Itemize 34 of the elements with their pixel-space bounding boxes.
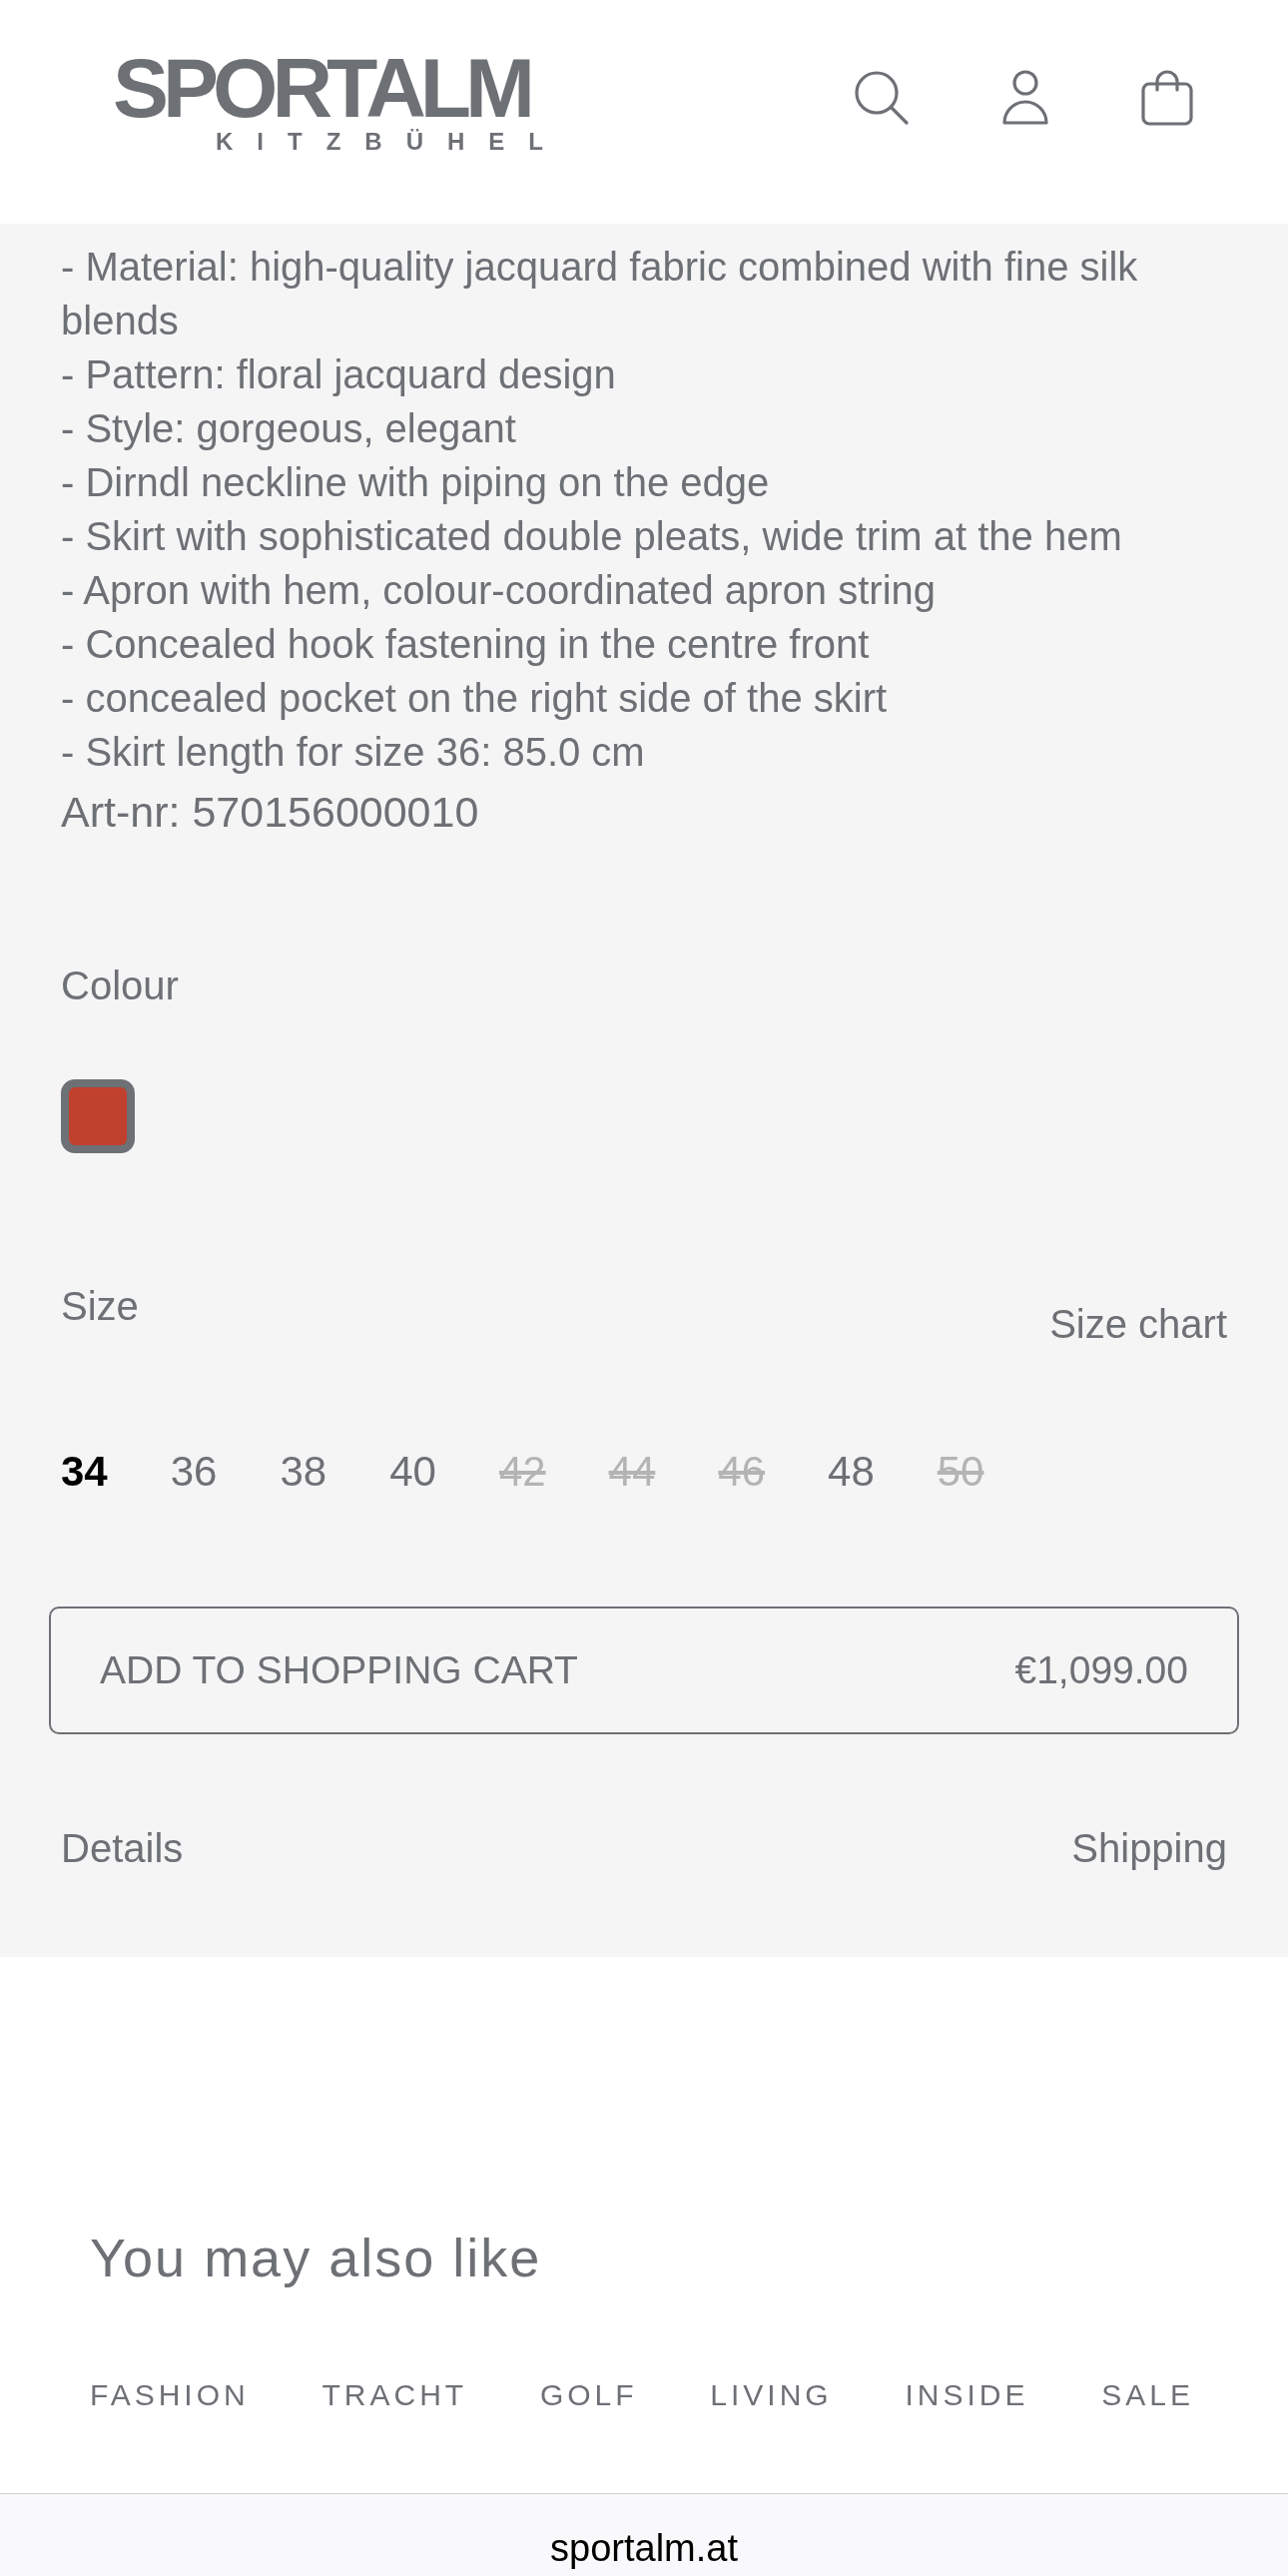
- description-line: - Material: high-quality jacquard fabric combined with fine silk blends: [61, 244, 1139, 344]
- description-line: - Style: gorgeous, elegant: [61, 405, 517, 452]
- description-line: - Skirt length for size 36: 85.0 cm: [61, 729, 646, 776]
- description-line: - Dirndl neckline with piping on the edge: [61, 459, 771, 506]
- description-line: - Skirt with sophisticated double pleats, wide trim at the hem: [61, 513, 1123, 560]
- url-text[interactable]: sportalm.at: [550, 2527, 738, 2569]
- size-option[interactable]: 34: [61, 1445, 108, 1499]
- info-link[interactable]: Details: [61, 1821, 184, 1875]
- size-option[interactable]: 36: [170, 1445, 218, 1499]
- shopping-bag-icon[interactable]: [1141, 70, 1193, 126]
- info-link[interactable]: Shipping: [1071, 1821, 1227, 1875]
- search-icon[interactable]: [854, 70, 910, 126]
- user-icon[interactable]: [1001, 70, 1049, 126]
- size-option[interactable]: 48: [828, 1445, 875, 1499]
- size-option[interactable]: 38: [280, 1445, 327, 1499]
- logo[interactable]: SPORTALM KITZBÜHEL: [113, 55, 567, 154]
- add-to-cart-button[interactable]: ADD TO SHOPPING CART €1,099.00: [49, 1607, 1239, 1734]
- colour-label: Colour: [61, 963, 180, 1009]
- category-link[interactable]: FASHION: [90, 2375, 250, 2415]
- description-line: - Concealed hook fastening in the centre front: [61, 621, 871, 668]
- size-option[interactable]: 40: [389, 1445, 436, 1499]
- category-link[interactable]: SALE: [1101, 2375, 1194, 2415]
- category-link[interactable]: GOLF: [539, 2375, 638, 2415]
- section-title: You may also like: [90, 2227, 543, 2289]
- category-link[interactable]: INSIDE: [905, 2375, 1029, 2415]
- category-link[interactable]: LIVING: [710, 2375, 833, 2415]
- article-number: Art-nr: 570156000010: [61, 787, 480, 838]
- size-chart-link[interactable]: Size chart: [1049, 1297, 1227, 1351]
- size-label: Size: [61, 1283, 139, 1330]
- description-line: - concealed pocket on the right side of the skirt: [61, 675, 889, 722]
- description-line: - Apron with hem, colour-coordinated apron string: [61, 567, 937, 614]
- category-link[interactable]: TRACHT: [322, 2375, 468, 2415]
- colour-swatch-icon[interactable]: [61, 1079, 135, 1153]
- description-line: - Pattern: floral jacquard design: [61, 351, 617, 398]
